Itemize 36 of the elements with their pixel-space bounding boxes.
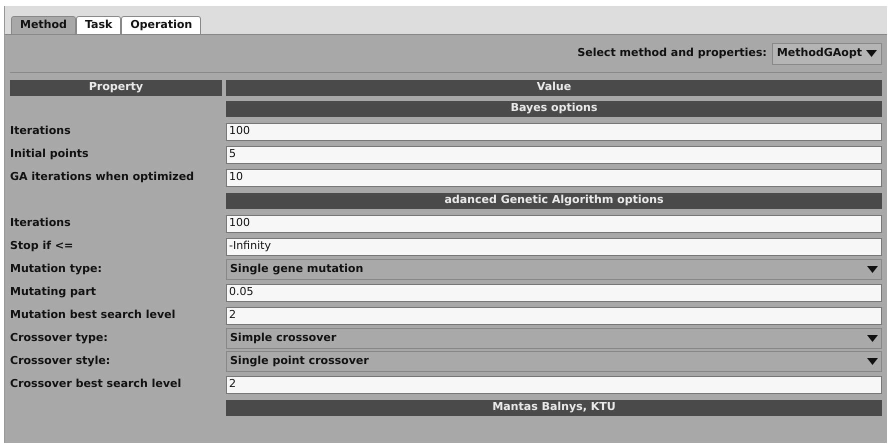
value-field[interactable]: 0.05 — [226, 284, 882, 302]
value-field[interactable]: 2 — [226, 306, 882, 324]
selector-label: Select method and properties: — [577, 45, 767, 62]
tab[interactable]: Method — [11, 16, 76, 34]
caret-icon — [867, 266, 878, 273]
value-field[interactable]: 2 — [226, 376, 882, 394]
section-header: Mantas Balnys, KTU — [226, 400, 882, 416]
caret-icon — [866, 50, 877, 57]
property-label: GA iterations when optimized — [10, 169, 196, 186]
value-dropdown[interactable]: Simple crossover — [226, 328, 882, 349]
column-header: Value — [226, 80, 882, 96]
value-field[interactable]: 10 — [226, 168, 882, 186]
value-dropdown[interactable]: Single gene mutation — [226, 259, 882, 280]
property-label: Iterations — [10, 215, 72, 232]
tab[interactable]: Operation — [121, 16, 202, 34]
value-field[interactable]: 100 — [226, 214, 882, 232]
value-field[interactable]: -Infinity — [226, 238, 882, 256]
section-header: Bayes options — [226, 100, 882, 116]
caret-icon — [867, 335, 878, 342]
value-field[interactable]: 5 — [226, 146, 882, 164]
property-label: Mutating part — [10, 284, 98, 300]
tab[interactable]: Task — [76, 16, 122, 34]
property-label: Stop if <= — [10, 238, 74, 254]
property-label: Crossover style: — [10, 353, 112, 370]
property-label: Mutation best search level — [10, 307, 176, 324]
property-label: Iterations — [10, 123, 72, 140]
value-dropdown[interactable]: Single point crossover — [226, 351, 882, 372]
section-header: adanced Genetic Algorithm options — [226, 192, 882, 208]
property-label: Mutation type: — [10, 261, 103, 278]
property-label: Initial points — [10, 146, 90, 162]
column-header: Property — [10, 80, 222, 96]
property-label: Crossover type: — [10, 330, 109, 346]
value-field[interactable]: 100 — [226, 122, 882, 140]
property-label: Crossover best search level — [10, 376, 182, 392]
method-dropdown[interactable]: MethodGAopt — [772, 42, 882, 64]
caret-icon — [867, 358, 878, 365]
